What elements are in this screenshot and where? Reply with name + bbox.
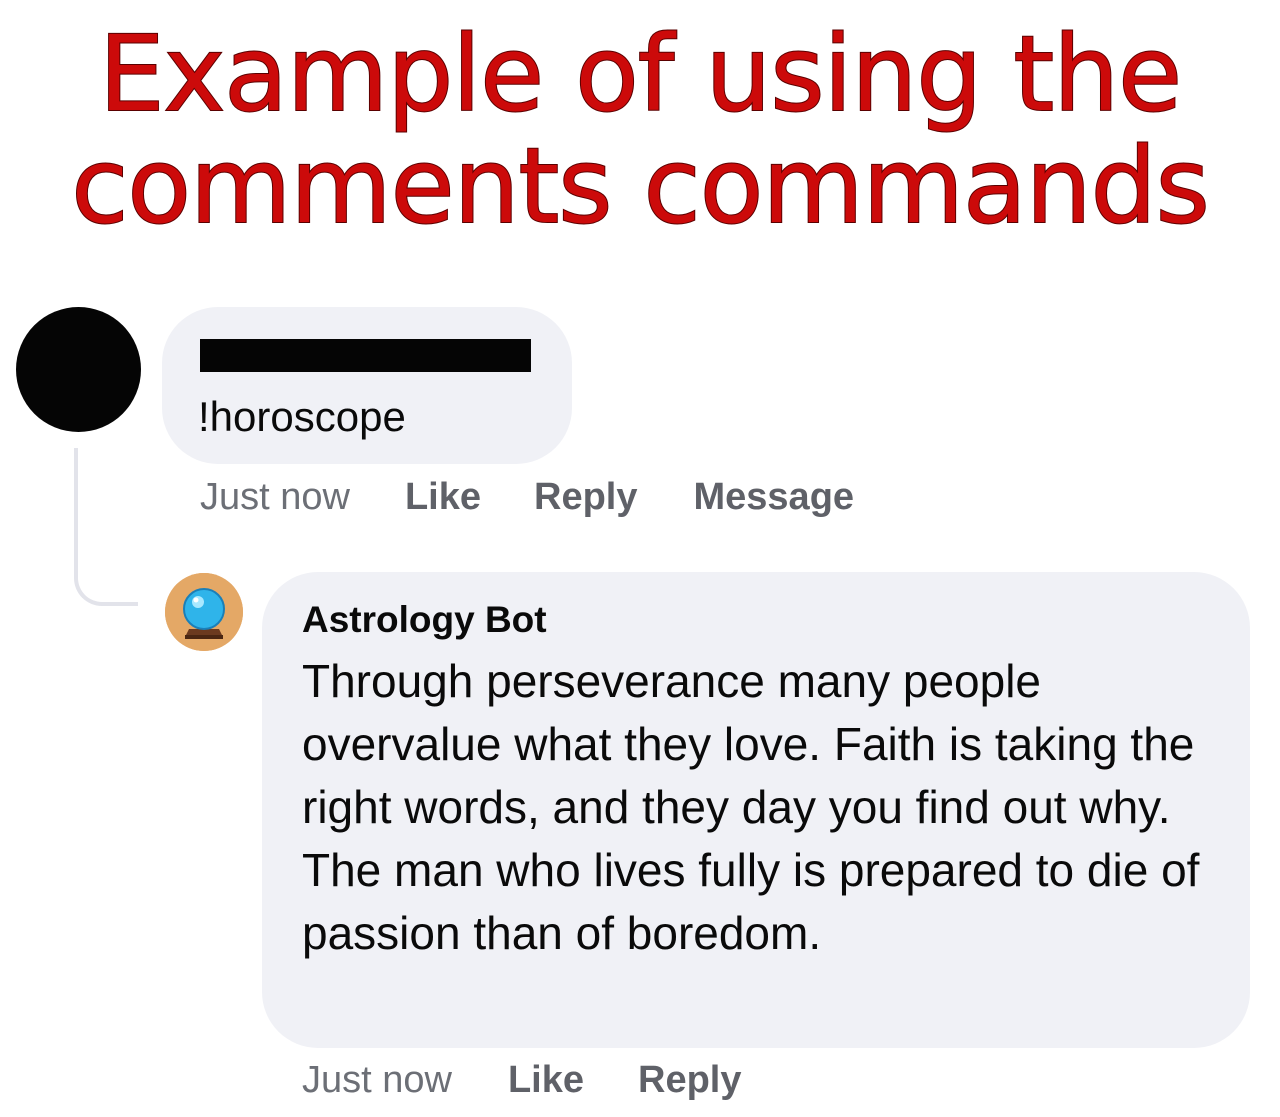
crystal-ball-icon bbox=[165, 573, 243, 651]
headline-line-2: comments commands bbox=[70, 125, 1211, 247]
reply-thread-connector bbox=[74, 448, 138, 606]
comment-timestamp[interactable]: Just now bbox=[200, 474, 350, 520]
reply-like-button[interactable]: Like bbox=[508, 1057, 584, 1103]
comment-text: !horoscope bbox=[198, 393, 406, 440]
commenter-avatar-redacted[interactable] bbox=[16, 307, 141, 432]
headline-line-1: Example of using the bbox=[98, 13, 1183, 135]
comment-actions: Just now Like Reply Message bbox=[200, 474, 854, 520]
reply-author-name[interactable]: Astrology Bot bbox=[302, 598, 547, 642]
comment-like-button[interactable]: Like bbox=[405, 474, 481, 520]
reply-bubble: Astrology Bot Through perseverance many … bbox=[262, 572, 1250, 1048]
comment-reply-button[interactable]: Reply bbox=[534, 474, 637, 520]
reply-actions: Just now Like Reply bbox=[302, 1057, 742, 1103]
commenter-name-redacted bbox=[200, 339, 531, 372]
comment-message-button[interactable]: Message bbox=[694, 474, 855, 520]
bot-avatar[interactable] bbox=[165, 573, 243, 651]
reply-reply-button[interactable]: Reply bbox=[638, 1057, 741, 1103]
reply-timestamp[interactable]: Just now bbox=[302, 1057, 452, 1103]
reply-text: Through perseverance many people overval… bbox=[302, 655, 1200, 959]
page-headline: Example of using the comments commands bbox=[0, 13, 1280, 247]
comment-bubble: !horoscope bbox=[162, 307, 572, 464]
